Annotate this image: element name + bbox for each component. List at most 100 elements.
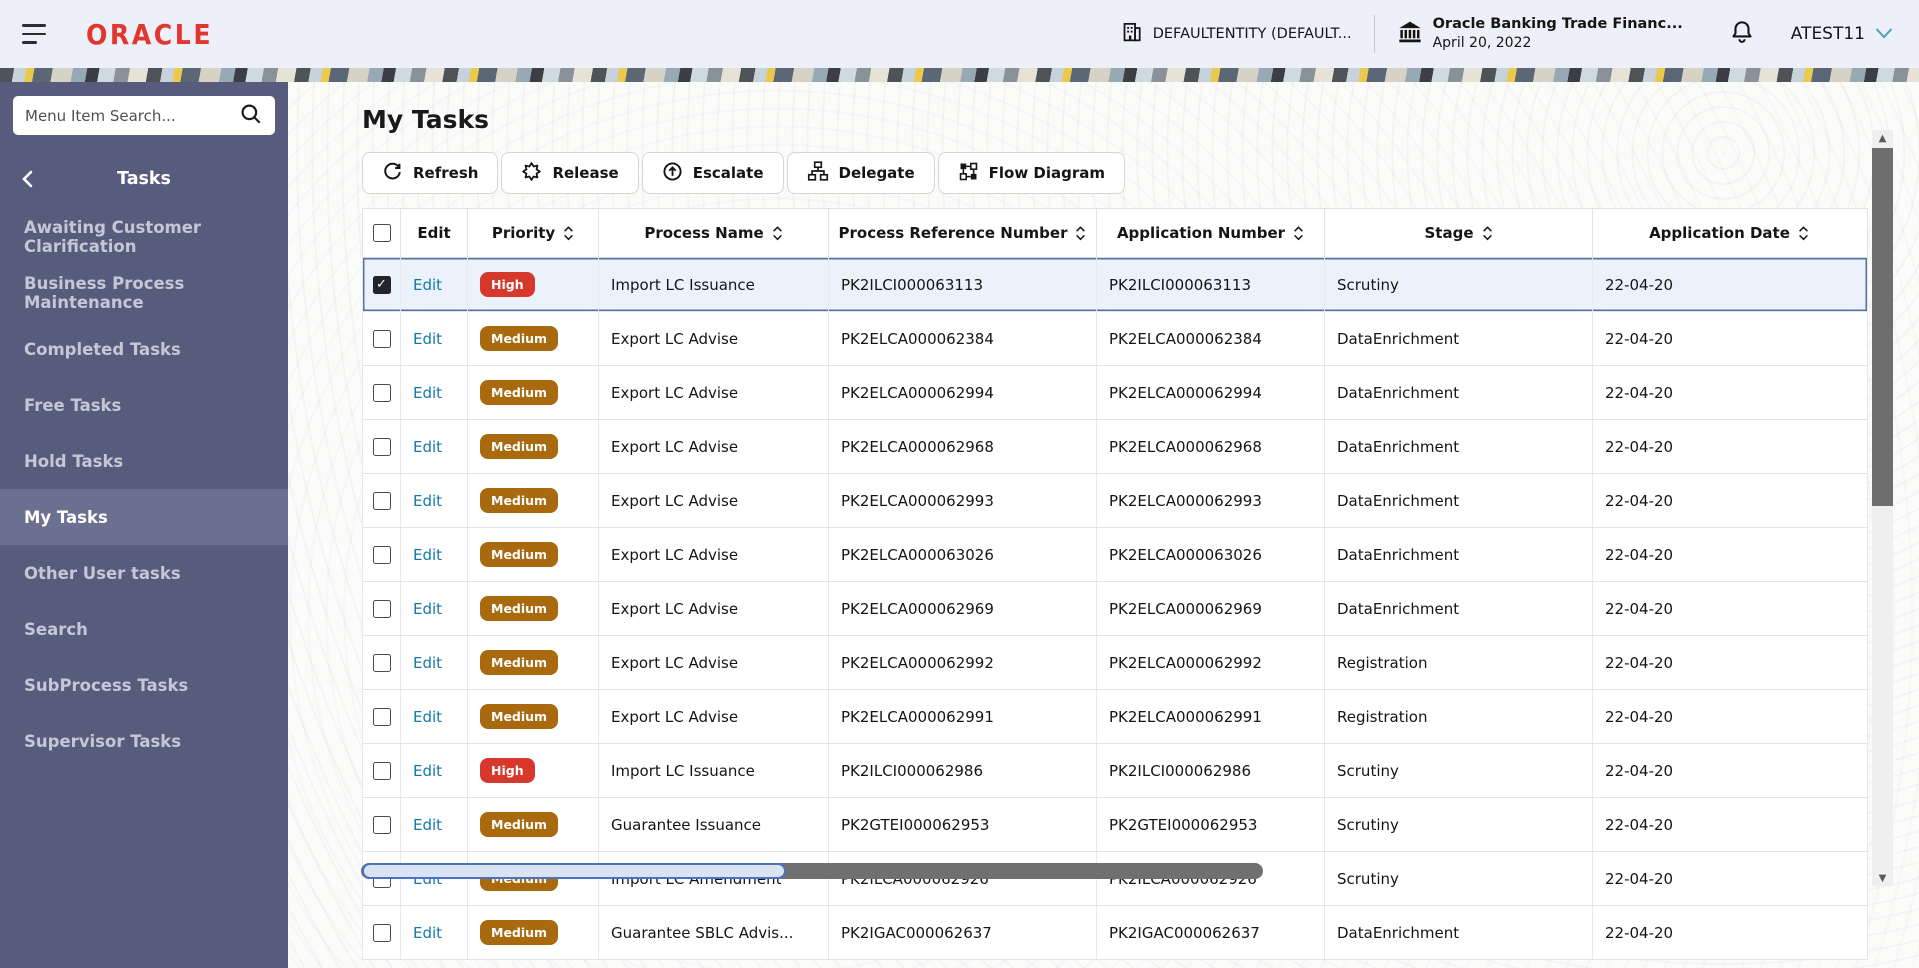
- horizontal-scrollbar-thumb[interactable]: [362, 863, 786, 879]
- table-cell: 22-04-20: [1593, 582, 1865, 635]
- entity-selector[interactable]: DEFAULTENTITY (DEFAULT...: [1121, 21, 1352, 47]
- process-name: Export LC Advise: [611, 437, 739, 456]
- back-chevron-icon[interactable]: [20, 170, 34, 188]
- select-all-checkbox[interactable]: [372, 224, 391, 242]
- edit-link[interactable]: Edit: [413, 654, 442, 672]
- row-checkbox[interactable]: [372, 545, 391, 564]
- scroll-down-arrow-icon[interactable]: ▼: [1879, 870, 1887, 886]
- delegate-button[interactable]: Delegate: [786, 152, 935, 194]
- sidebar-item-subprocess-tasks[interactable]: SubProcess Tasks: [0, 657, 288, 713]
- scroll-up-arrow-icon[interactable]: ▲: [1879, 130, 1887, 146]
- main-content: My Tasks Refresh Release Escalate Delega…: [288, 82, 1919, 968]
- table-cell: [363, 906, 401, 959]
- sort-icon[interactable]: [772, 225, 783, 242]
- sidebar-item-search[interactable]: Search: [0, 601, 288, 657]
- application-number: PK2ELCA000062994: [1109, 383, 1262, 402]
- sidebar-item-free-tasks[interactable]: Free Tasks: [0, 377, 288, 433]
- row-checkbox[interactable]: [372, 653, 391, 672]
- edit-link[interactable]: Edit: [413, 276, 442, 294]
- hamburger-menu-icon[interactable]: [22, 24, 48, 44]
- row-checkbox[interactable]: [372, 329, 391, 348]
- table-row[interactable]: Edit High Import LC Issuance PK2ILCI0000631…: [362, 258, 1868, 312]
- sidebar-item-my-tasks[interactable]: My Tasks: [0, 489, 288, 545]
- chevron-down-icon: [1875, 24, 1893, 44]
- column-header-process_ref[interactable]: Process Reference Number: [829, 209, 1097, 257]
- column-header-app_number[interactable]: Application Number: [1097, 209, 1325, 257]
- row-checkbox[interactable]: [372, 275, 391, 294]
- edit-link[interactable]: Edit: [413, 492, 442, 510]
- table-row[interactable]: Edit Medium Export LC Advise PK2ELCA0000623…: [362, 312, 1868, 366]
- table-row[interactable]: Edit Medium Export LC Advise PK2ELCA0000629…: [362, 636, 1868, 690]
- sidebar-item-hold-tasks[interactable]: Hold Tasks: [0, 433, 288, 489]
- sort-icon[interactable]: [1075, 225, 1086, 242]
- horizontal-scrollbar[interactable]: [361, 863, 1263, 879]
- edit-link[interactable]: Edit: [413, 600, 442, 618]
- sidebar-item-supervisor-tasks[interactable]: Supervisor Tasks: [0, 713, 288, 769]
- release-button[interactable]: Release: [501, 152, 639, 194]
- vertical-scrollbar[interactable]: ▲ ▼: [1872, 130, 1893, 886]
- sidebar-item-completed-tasks[interactable]: Completed Tasks: [0, 321, 288, 377]
- column-header-app_date[interactable]: Application Date: [1593, 209, 1865, 257]
- flow-diagram-button[interactable]: Flow Diagram: [937, 152, 1126, 194]
- menu-search-box[interactable]: [13, 96, 275, 135]
- sidebar-item-other-user-tasks[interactable]: Other User tasks: [0, 545, 288, 601]
- sort-icon[interactable]: [1482, 225, 1493, 242]
- row-checkbox[interactable]: [372, 923, 391, 942]
- application-date: 22-04-20: [1605, 599, 1674, 618]
- branch-date: April 20, 2022: [1432, 35, 1532, 52]
- process-reference-number: PK2ILCI000062986: [841, 761, 983, 780]
- table-row[interactable]: Edit Medium Export LC Advise PK2ELCA0000629…: [362, 690, 1868, 744]
- edit-link[interactable]: Edit: [413, 438, 442, 456]
- table-row[interactable]: Edit Medium Export LC Advise PK2ELCA0000630…: [362, 528, 1868, 582]
- table-cell: DataEnrichment: [1325, 366, 1593, 419]
- table-cell: Edit: [401, 420, 468, 473]
- table-cell: Guarantee Issuance: [599, 798, 829, 851]
- search-icon[interactable]: [239, 102, 263, 130]
- table-row[interactable]: Edit Medium Export LC Advise PK2ELCA0000629…: [362, 366, 1868, 420]
- row-checkbox[interactable]: [372, 815, 391, 834]
- sort-icon[interactable]: [563, 225, 574, 242]
- row-checkbox[interactable]: [372, 707, 391, 726]
- sidebar-section-title: Tasks: [117, 169, 171, 189]
- edit-link[interactable]: Edit: [413, 708, 442, 726]
- process-reference-number: PK2ELCA000062969: [841, 599, 994, 618]
- priority-badge: Medium: [480, 326, 559, 351]
- row-checkbox[interactable]: [372, 437, 391, 456]
- flow-diagram-icon: [958, 161, 979, 186]
- edit-link[interactable]: Edit: [413, 384, 442, 402]
- menu-search-input[interactable]: [25, 106, 239, 125]
- notifications-button[interactable]: [1729, 19, 1755, 49]
- column-header-stage[interactable]: Stage: [1325, 209, 1593, 257]
- row-checkbox[interactable]: [372, 383, 391, 402]
- edit-link[interactable]: Edit: [413, 816, 442, 834]
- edit-link[interactable]: Edit: [413, 924, 442, 942]
- edit-link[interactable]: Edit: [413, 546, 442, 564]
- table-cell: DataEnrichment: [1325, 528, 1593, 581]
- table-row[interactable]: EditMediumImport LC AmendmentPK2ILCA0000…: [362, 852, 1868, 906]
- process-name: Guarantee Issuance: [611, 815, 762, 834]
- sidebar-item-business-process-maintenance[interactable]: Business Process Maintenance: [0, 265, 288, 321]
- branch-selector[interactable]: Oracle Banking Trade Financ... April 20,…: [1397, 15, 1683, 53]
- table-row[interactable]: Edit Medium Export LC Advise PK2ELCA0000629…: [362, 582, 1868, 636]
- sidebar-item-awaiting-customer-clarification[interactable]: Awaiting Customer Clarification: [0, 209, 288, 265]
- priority-badge: Medium: [480, 542, 559, 567]
- column-header-process_name[interactable]: Process Name: [599, 209, 829, 257]
- row-checkbox[interactable]: [372, 491, 391, 510]
- row-checkbox[interactable]: [372, 761, 391, 780]
- table-row[interactable]: Edit High Import LC Issuance PK2ILCI0000629…: [362, 744, 1868, 798]
- escalate-button[interactable]: Escalate: [641, 152, 784, 194]
- table-row[interactable]: Edit Medium Guarantee Issuance PK2GTEI00006…: [362, 798, 1868, 852]
- table-row[interactable]: Edit Medium Export LC Advise PK2ELCA0000629…: [362, 420, 1868, 474]
- user-menu[interactable]: ATEST11: [1791, 24, 1893, 44]
- sort-icon[interactable]: [1798, 225, 1809, 242]
- table-row[interactable]: Edit Medium Guarantee SBLC Advis... PK2IGAC…: [362, 906, 1868, 960]
- table-row[interactable]: Edit Medium Export LC Advise PK2ELCA0000629…: [362, 474, 1868, 528]
- stage: DataEnrichment: [1337, 923, 1460, 942]
- column-header-priority[interactable]: Priority: [468, 209, 599, 257]
- refresh-button[interactable]: Refresh: [362, 152, 499, 194]
- row-checkbox[interactable]: [372, 599, 391, 618]
- edit-link[interactable]: Edit: [413, 330, 442, 348]
- vertical-scrollbar-thumb[interactable]: [1872, 148, 1893, 506]
- edit-link[interactable]: Edit: [413, 762, 442, 780]
- sort-icon[interactable]: [1293, 225, 1304, 242]
